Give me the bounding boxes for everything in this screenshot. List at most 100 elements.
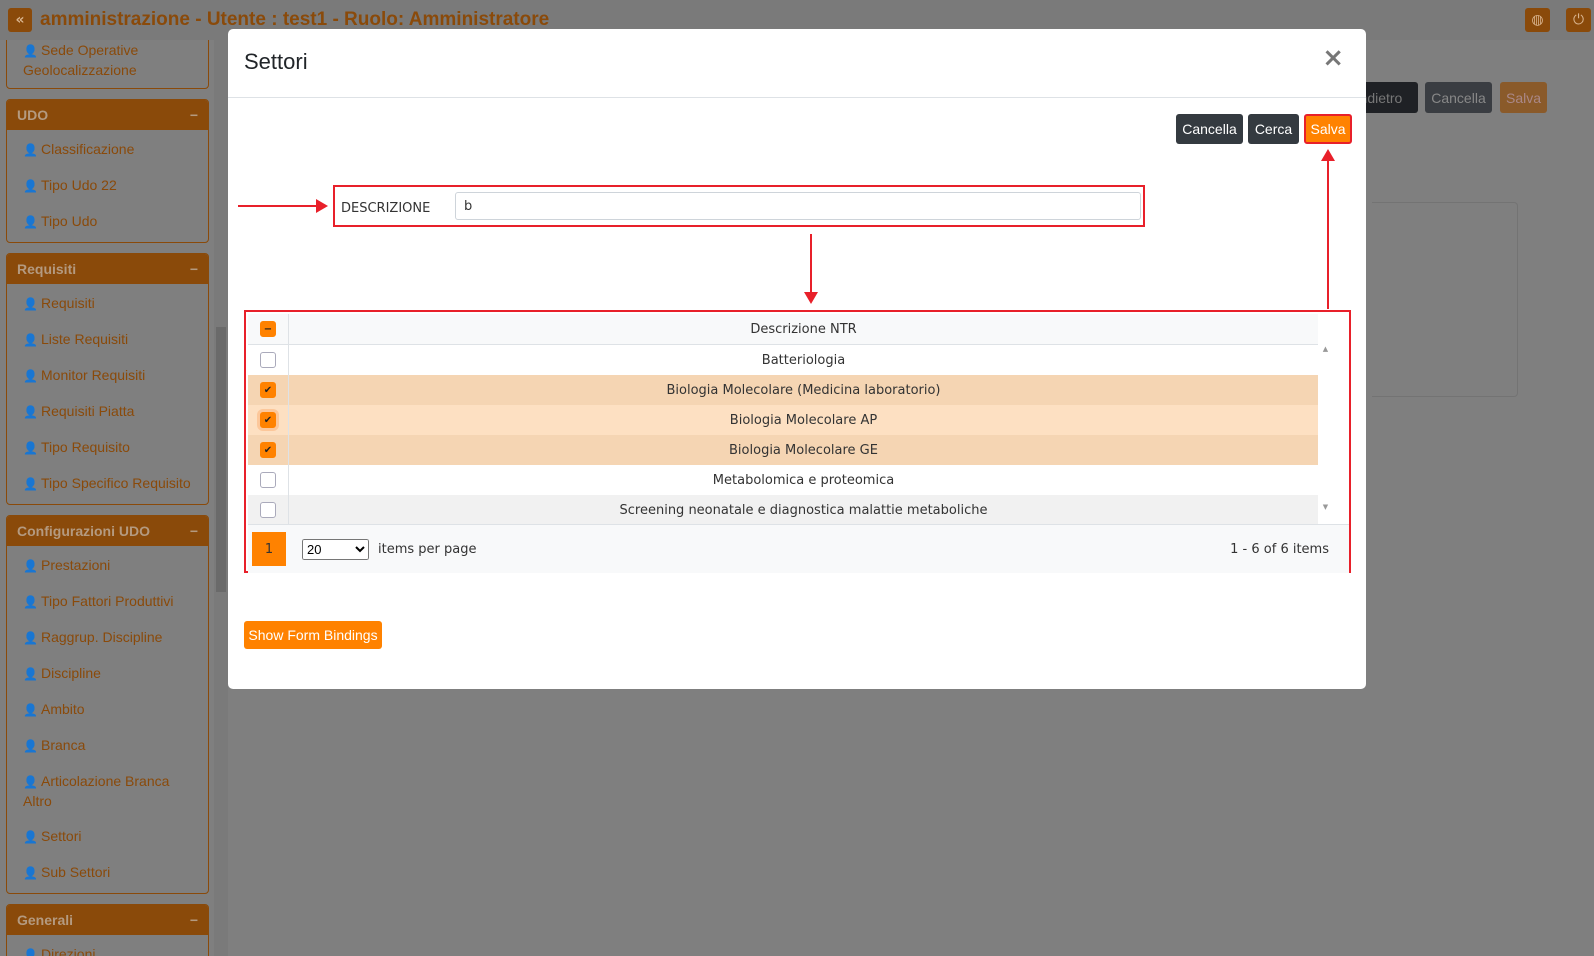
sidebar-item[interactable]: 👤 Requisiti bbox=[7, 286, 208, 322]
user-edit-icon: 👤 bbox=[23, 215, 38, 229]
row-description: Biologia Molecolare AP bbox=[288, 405, 1318, 435]
background-card bbox=[1372, 202, 1518, 397]
sidebar: 👤 Sede Operative Geolocalizzazione UDO − 👤 Cl… bbox=[0, 40, 212, 956]
sidebar-item-label: Tipo Requisito bbox=[41, 439, 130, 455]
sidebar-item-label: Requisiti bbox=[41, 295, 95, 311]
sidebar-scroll-thumb[interactable] bbox=[216, 327, 226, 592]
user-edit-icon: 👤 bbox=[23, 667, 38, 681]
section-title: Configurazioni UDO bbox=[17, 523, 150, 539]
close-icon[interactable]: × bbox=[1322, 43, 1344, 73]
sidebar-item[interactable]: 👤 Tipo Udo bbox=[7, 204, 208, 240]
row-checkbox[interactable]: ✔ bbox=[260, 412, 276, 428]
sidebar-item[interactable]: 👤 Articolazione Branca Altro bbox=[7, 764, 208, 819]
power-icon[interactable]: ⏻ bbox=[1566, 8, 1591, 32]
row-checkbox[interactable] bbox=[260, 502, 276, 518]
table-row[interactable]: ✔ Biologia Molecolare AP bbox=[248, 405, 1318, 435]
user-edit-icon: 👤 bbox=[23, 179, 38, 193]
user-edit-icon: 👤 bbox=[23, 143, 38, 157]
annotation-arrow bbox=[810, 234, 812, 294]
sidebar-item[interactable]: 👤 Branca bbox=[7, 728, 208, 764]
sidebar-item[interactable]: 👤 Liste Requisiti bbox=[7, 322, 208, 358]
sidebar-item-label: Geolocalizzazione bbox=[23, 62, 137, 78]
select-all-checkbox[interactable]: − bbox=[260, 321, 276, 337]
save-button[interactable]: Salva bbox=[1304, 114, 1352, 144]
annotation-arrow bbox=[1327, 159, 1329, 309]
sidebar-item-label: Ambito bbox=[41, 701, 85, 717]
sidebar-item[interactable]: 👤 Sub Settori bbox=[7, 855, 208, 891]
sidebar-item-label: Monitor Requisiti bbox=[41, 367, 146, 383]
sidebar-item[interactable]: 👤 Ambito bbox=[7, 692, 208, 728]
page-button-1[interactable]: 1 bbox=[252, 532, 286, 566]
sidebar-item-sede-operative[interactable]: 👤 Sede Operative Geolocalizzazione bbox=[7, 40, 208, 88]
sidebar-item[interactable]: 👤 Direzioni bbox=[7, 937, 208, 956]
column-header-descrizione[interactable]: Descrizione NTR bbox=[288, 314, 1318, 345]
sidebar-item[interactable]: 👤 Tipo Specifico Requisito bbox=[7, 466, 208, 502]
sidebar-item[interactable]: 👤 Prestazioni bbox=[7, 548, 208, 584]
modal-title: Settori bbox=[244, 49, 308, 74]
arrow-head-icon bbox=[316, 199, 328, 213]
table-row[interactable]: ✔ Biologia Molecolare (Medicina laborator… bbox=[248, 375, 1318, 405]
sidebar-panel-partial: 👤 Sede Operative Geolocalizzazione bbox=[6, 40, 209, 89]
divider bbox=[228, 97, 1366, 98]
collapse-icon[interactable]: − bbox=[190, 261, 198, 277]
user-edit-icon: 👤 bbox=[23, 631, 38, 645]
sidebar-item[interactable]: 👤 Classificazione bbox=[7, 132, 208, 168]
sidebar-item-label: Tipo Fattori Produttivi bbox=[41, 593, 174, 609]
sidebar-section-header[interactable]: Generali − bbox=[7, 905, 208, 935]
row-checkbox[interactable]: ✔ bbox=[260, 442, 276, 458]
table-row[interactable]: Screening neonatale e diagnostica malatt… bbox=[248, 495, 1318, 525]
grid-scrollbar[interactable]: ▲ ▼ bbox=[1318, 345, 1333, 524]
row-description: Batteriologia bbox=[288, 345, 1318, 375]
sidebar-item[interactable]: 👤 Discipline bbox=[7, 656, 208, 692]
sidebar-item-label: Prestazioni bbox=[41, 557, 111, 573]
user-edit-icon: 👤 bbox=[23, 559, 38, 573]
sidebar-item[interactable]: 👤 Requisiti Piatta bbox=[7, 394, 208, 430]
user-edit-icon: 👤 bbox=[23, 297, 38, 311]
row-checkbox[interactable]: ✔ bbox=[260, 382, 276, 398]
user-edit-icon: 👤 bbox=[23, 477, 38, 491]
search-button[interactable]: Cerca bbox=[1248, 114, 1299, 144]
table-row[interactable]: ✔ Biologia Molecolare GE bbox=[248, 435, 1318, 465]
collapse-icon[interactable]: − bbox=[190, 523, 198, 539]
row-checkbox[interactable] bbox=[260, 352, 276, 368]
sidebar-item[interactable]: 👤 Monitor Requisiti bbox=[7, 358, 208, 394]
section-title: Requisiti bbox=[17, 261, 77, 277]
collapse-icon[interactable]: − bbox=[190, 107, 198, 123]
grid-header: − Descrizione NTR bbox=[248, 314, 1318, 345]
sidebar-item[interactable]: 👤 Settori bbox=[7, 819, 208, 855]
row-description: Metabolomica e proteomica bbox=[288, 465, 1318, 495]
app-title: amministrazione - Utente : test1 - Ruolo… bbox=[40, 9, 550, 30]
table-row[interactable]: Batteriologia bbox=[248, 345, 1318, 375]
user-edit-icon: 👤 bbox=[23, 948, 38, 956]
sidebar-item-label: Requisiti Piatta bbox=[41, 403, 135, 419]
sidebar-item[interactable]: 👤 Tipo Udo 22 bbox=[7, 168, 208, 204]
row-checkbox[interactable] bbox=[260, 472, 276, 488]
user-edit-icon: 👤 bbox=[23, 405, 38, 419]
sidebar-item-label: Classificazione bbox=[41, 141, 135, 157]
sidebar-section-header[interactable]: Configurazioni UDO − bbox=[7, 516, 208, 546]
background-cancel-button[interactable]: Cancella bbox=[1425, 82, 1492, 113]
description-input[interactable] bbox=[455, 192, 1141, 220]
collapse-icon[interactable]: − bbox=[190, 912, 198, 928]
sidebar-item[interactable]: 👤 Tipo Requisito bbox=[7, 430, 208, 466]
show-form-bindings-button[interactable]: Show Form Bindings bbox=[244, 621, 382, 649]
grid-pager: 1 20 items per page 1 - 6 of 6 items bbox=[248, 524, 1349, 573]
annotation-arrow bbox=[238, 205, 318, 207]
user-edit-icon: 👤 bbox=[23, 830, 38, 844]
sidebar-section: Requisiti − 👤 Requisiti 👤 Liste Requisiti 👤 Mon… bbox=[6, 253, 209, 505]
collapse-sidebar-button[interactable]: « bbox=[8, 8, 32, 32]
sidebar-item[interactable]: 👤 Raggrup. Discipline bbox=[7, 620, 208, 656]
globe-icon[interactable]: ◍ bbox=[1525, 8, 1550, 32]
sidebar-section-header[interactable]: Requisiti − bbox=[7, 254, 208, 284]
sidebar-section: Configurazioni UDO − 👤 Prestazioni 👤 Tipo Fat… bbox=[6, 515, 209, 894]
table-row[interactable]: Metabolomica e proteomica bbox=[248, 465, 1318, 495]
sidebar-item-label: Direzioni bbox=[41, 946, 96, 956]
page-size-select[interactable]: 20 bbox=[302, 539, 369, 560]
sidebar-item-label: Sub Settori bbox=[41, 864, 111, 880]
sidebar-section: Generali − 👤 Direzioni bbox=[6, 904, 209, 956]
cancel-button[interactable]: Cancella bbox=[1176, 114, 1243, 144]
items-count: 1 - 6 of 6 items bbox=[1230, 542, 1329, 557]
background-save-button[interactable]: Salva bbox=[1500, 82, 1547, 113]
sidebar-item[interactable]: 👤 Tipo Fattori Produttivi bbox=[7, 584, 208, 620]
sidebar-section-header[interactable]: UDO − bbox=[7, 100, 208, 130]
